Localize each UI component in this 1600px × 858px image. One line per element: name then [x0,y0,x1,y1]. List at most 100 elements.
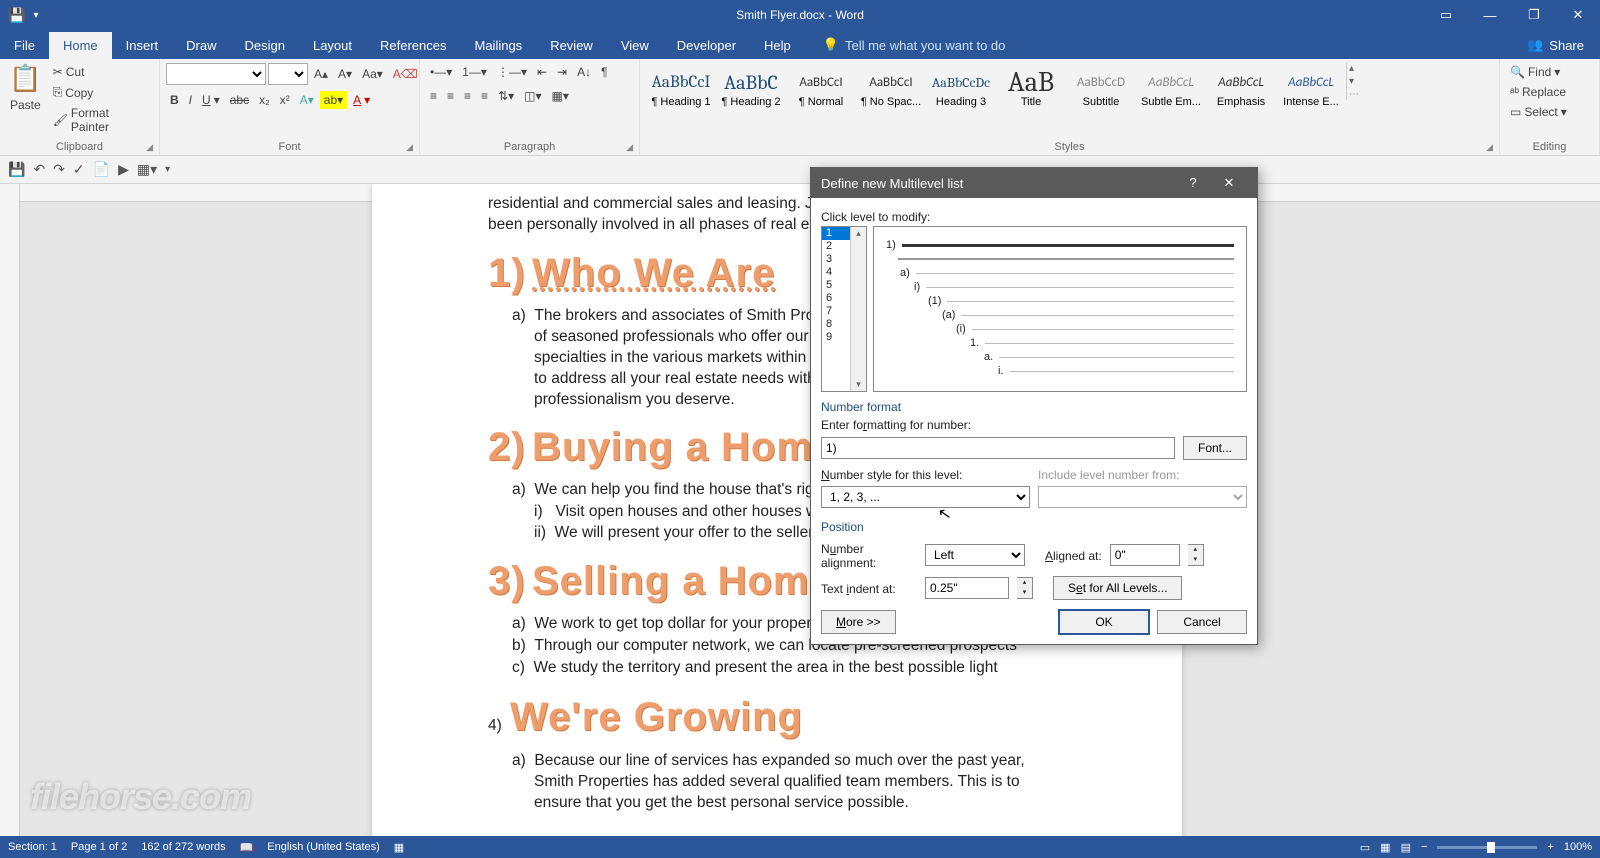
underline-button[interactable]: U▾ [198,91,224,109]
styles-scroll-down-icon[interactable]: ▾ [1349,76,1359,87]
tab-draw[interactable]: Draw [172,32,230,59]
change-case-button[interactable]: Aa▾ [358,65,387,83]
line-spacing-button[interactable]: ⇅▾ [494,87,518,105]
justify-button[interactable]: ≡ [477,87,492,105]
borders-button[interactable]: ▦▾ [548,87,573,105]
view-print-icon[interactable]: ▦ [1380,841,1390,854]
text-indent-spinner[interactable]: ▴▾ [1017,577,1033,599]
aligned-at-spinner[interactable]: ▴▾ [1188,544,1204,566]
font-color-button[interactable]: A▾ [349,91,374,109]
highlight-button[interactable]: ab▾ [320,91,347,109]
format-painter-button[interactable]: 🖌Format Painter [49,104,153,136]
tab-view[interactable]: View [607,32,663,59]
italic-button[interactable]: I [185,91,196,109]
number-format-input[interactable] [821,437,1175,459]
bold-button[interactable]: B [166,91,183,109]
cut-button[interactable]: ✂Cut [49,63,153,81]
status-macro-icon[interactable]: ▦ [394,841,404,854]
increase-font-button[interactable]: A▴ [310,65,332,83]
autosave-icon[interactable]: 💾 [8,7,25,24]
align-center-button[interactable]: ≡ [443,87,458,105]
subscript-button[interactable]: x₂ [255,91,274,109]
dialog-titlebar[interactable]: Define new Multilevel list ? ✕ [811,168,1257,198]
status-language[interactable]: English (United States) [267,841,380,853]
zoom-out-icon[interactable]: − [1421,841,1427,853]
style-normal[interactable]: AaBbCcI¶ Normal [786,63,856,119]
copy-button[interactable]: ⎘Copy [49,83,153,102]
multilevel-button[interactable]: ⋮—▾ [493,63,531,81]
bullets-button[interactable]: •—▾ [426,63,456,81]
play-macro-icon[interactable]: ▶ [118,161,129,178]
status-section[interactable]: Section: 1 [8,841,57,853]
style-nospacing[interactable]: AaBbCcI¶ No Spac... [856,63,926,119]
new-doc-icon[interactable]: 📄 [93,161,110,178]
tab-file[interactable]: File [0,32,49,59]
select-button[interactable]: ▭Select ▾ [1506,103,1571,121]
zoom-in-icon[interactable]: + [1547,841,1553,853]
number-style-select[interactable]: 1, 2, 3, ... [821,486,1030,508]
tab-insert[interactable]: Insert [112,32,173,59]
qat-dropdown-icon[interactable]: ▾ [33,10,38,21]
ok-button[interactable]: OK [1059,610,1149,634]
status-page[interactable]: Page 1 of 2 [71,841,127,853]
style-heading3[interactable]: AaBbCcDcHeading 3 [926,63,996,119]
minimize-button[interactable]: — [1468,0,1512,30]
spellcheck-icon[interactable]: ✓ [73,161,85,178]
paste-icon[interactable]: 📋 [9,63,41,94]
save-icon[interactable]: 💾 [8,161,25,178]
styles-scroll-up-icon[interactable]: ▴ [1349,63,1359,74]
numbering-button[interactable]: 1—▾ [458,63,491,81]
close-button[interactable]: ✕ [1556,0,1600,30]
view-web-icon[interactable]: ▤ [1401,841,1411,854]
tell-me-search[interactable]: 💡 Tell me what you want to do [813,31,1016,59]
dialog-help-button[interactable]: ? [1175,175,1211,191]
ribbon-display-icon[interactable]: ▭ [1424,0,1468,30]
cancel-button[interactable]: Cancel [1157,610,1247,634]
increase-indent-button[interactable]: ⇥ [553,63,571,81]
number-alignment-select[interactable]: Left [925,544,1025,566]
status-proof-icon[interactable]: 📖 [240,841,254,854]
font-size-select[interactable] [268,63,308,85]
style-emphasis[interactable]: AaBbCcLEmphasis [1206,63,1276,119]
style-title[interactable]: AaBTitle [996,63,1066,119]
replace-button[interactable]: ᵃᵇReplace [1506,83,1570,101]
style-heading1[interactable]: AaBbCcI¶ Heading 1 [646,63,716,119]
align-left-button[interactable]: ≡ [426,87,441,105]
paste-button[interactable]: Paste [6,96,45,114]
qat-more-icon[interactable]: ▾ [165,164,170,175]
decrease-indent-button[interactable]: ⇤ [533,63,551,81]
dialog-close-button[interactable]: ✕ [1211,175,1247,191]
tab-mailings[interactable]: Mailings [461,32,537,59]
styles-gallery[interactable]: AaBbCcI¶ Heading 1 AaBbC¶ Heading 2 AaBb… [646,63,1493,139]
shading-button[interactable]: ◫▾ [520,87,545,105]
style-subtitle[interactable]: AaBbCcDSubtitle [1066,63,1136,119]
styles-more-icon[interactable]: ⋯ [1349,89,1359,100]
set-all-levels-button[interactable]: Set for All Levels... [1053,576,1182,600]
superscript-button[interactable]: x² [276,91,294,109]
aligned-at-input[interactable] [1110,544,1180,566]
zoom-slider[interactable] [1437,846,1537,849]
style-heading2[interactable]: AaBbC¶ Heading 2 [716,63,786,119]
maximize-button[interactable]: ❐ [1512,0,1556,30]
styles-launcher-icon[interactable]: ◢ [1486,142,1493,153]
level-scrollbar[interactable]: ▴▾ [850,227,866,391]
tab-references[interactable]: References [366,32,460,59]
font-name-select[interactable] [166,63,266,85]
find-button[interactable]: 🔍Find ▾ [1506,63,1564,81]
decrease-font-button[interactable]: A▾ [334,65,356,83]
tab-home[interactable]: Home [49,32,112,59]
tab-layout[interactable]: Layout [299,32,366,59]
tab-developer[interactable]: Developer [663,32,750,59]
redo-icon[interactable]: ↷ [53,161,65,178]
clipboard-launcher-icon[interactable]: ◢ [146,142,153,153]
style-intenseem[interactable]: AaBbCcLIntense E... [1276,63,1346,119]
font-button[interactable]: Font... [1183,436,1247,460]
text-effects-button[interactable]: A▾ [296,91,318,109]
zoom-level[interactable]: 100% [1564,841,1592,853]
page-setup-icon[interactable]: ▦▾ [137,161,157,178]
tab-review[interactable]: Review [536,32,607,59]
sort-button[interactable]: A↓ [573,63,595,81]
clear-formatting-button[interactable]: A⌫ [389,65,422,83]
font-launcher-icon[interactable]: ◢ [406,142,413,153]
level-listbox[interactable]: 1 2 3 4 5 6 7 8 9 ▴▾ [821,226,867,392]
